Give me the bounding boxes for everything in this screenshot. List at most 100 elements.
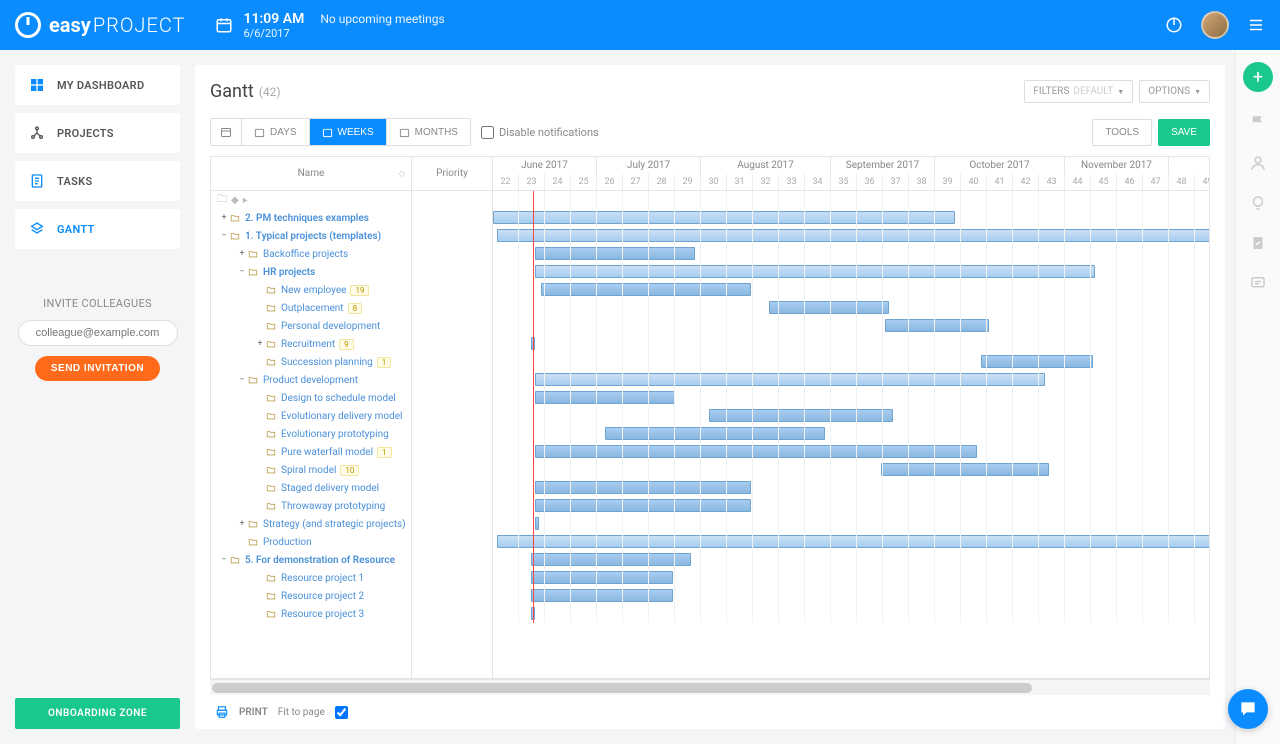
- column-priority-header[interactable]: Priority: [412, 157, 492, 191]
- tree-toggle[interactable]: +: [237, 519, 247, 529]
- folder-icon[interactable]: 🗀: [217, 192, 227, 209]
- tree-toggle[interactable]: −: [219, 231, 229, 241]
- tree-row[interactable]: − 1. Typical projects (templates): [211, 227, 411, 245]
- tree-label[interactable]: Personal development: [281, 321, 380, 332]
- brand-logo[interactable]: easyPROJECT: [15, 12, 185, 38]
- power-icon[interactable]: [1165, 16, 1183, 34]
- tree-row[interactable]: New employee19: [211, 281, 411, 299]
- tree-label[interactable]: Pure waterfall model: [281, 447, 373, 458]
- tools-button[interactable]: TOOLS: [1092, 119, 1152, 146]
- collapse-icon[interactable]: ◆: [231, 195, 239, 206]
- filters-dropdown[interactable]: FILTERS DEFAULT ▼: [1024, 80, 1133, 103]
- tree-row[interactable]: − HR projects: [211, 263, 411, 281]
- tree-label[interactable]: Outplacement: [281, 303, 344, 314]
- dashboard-icon: [29, 77, 45, 93]
- checkbox-input[interactable]: [481, 126, 494, 139]
- tree-label[interactable]: Resource project 3: [281, 609, 364, 620]
- column-name-header[interactable]: Name ◇: [211, 157, 411, 191]
- tree-label[interactable]: Evolutionary delivery model: [281, 411, 402, 422]
- timeline-week: 45: [1091, 174, 1117, 191]
- tree-row[interactable]: Resource project 3: [211, 605, 411, 623]
- tree-label[interactable]: Recruitment: [281, 339, 335, 350]
- print-icon[interactable]: [215, 705, 229, 719]
- hamburger-icon[interactable]: [1247, 16, 1265, 34]
- nav-tasks[interactable]: TASKS: [15, 161, 180, 201]
- user-avatar[interactable]: [1201, 11, 1229, 39]
- tree-row[interactable]: Outplacement8: [211, 299, 411, 317]
- expand-icon[interactable]: ▸: [243, 195, 248, 206]
- tree-row[interactable]: Pure waterfall model1: [211, 443, 411, 461]
- nav-projects[interactable]: PROJECTS: [15, 113, 180, 153]
- tree-row[interactable]: Resource project 1: [211, 569, 411, 587]
- tree-row[interactable]: Production: [211, 533, 411, 551]
- tree-toggle[interactable]: −: [237, 375, 247, 385]
- timeline-week: 33: [779, 174, 805, 191]
- tree-toggle[interactable]: −: [237, 267, 247, 277]
- chat-fab[interactable]: [1228, 689, 1268, 729]
- print-button[interactable]: PRINT: [239, 707, 268, 718]
- tree-row[interactable]: Resource project 2: [211, 587, 411, 605]
- flag-icon[interactable]: [1249, 114, 1267, 132]
- fit-to-page-checkbox[interactable]: [335, 706, 348, 719]
- nav-gantt[interactable]: GANTT: [15, 209, 180, 249]
- tree-label[interactable]: HR projects: [263, 267, 315, 278]
- weeks-button[interactable]: WEEKS: [310, 119, 387, 145]
- tree-label[interactable]: Throwaway prototyping: [281, 501, 385, 512]
- header-calendar[interactable]: 11:09 AM No upcoming meetings 6/6/2017: [215, 11, 444, 40]
- person-icon[interactable]: [1249, 154, 1267, 172]
- tree-row[interactable]: + Backoffice projects: [211, 245, 411, 263]
- sort-icon[interactable]: ◇: [399, 169, 405, 178]
- tree-label[interactable]: Succession planning: [281, 357, 373, 368]
- tree-label[interactable]: Strategy (and strategic projects): [263, 519, 406, 530]
- grid-column: [623, 191, 649, 623]
- tree-row[interactable]: +Recruitment9: [211, 335, 411, 353]
- tree-label[interactable]: 5. For demonstration of Resource: [245, 555, 395, 566]
- days-button[interactable]: DAYS: [242, 119, 310, 145]
- tree-row[interactable]: Staged delivery model: [211, 479, 411, 497]
- tree-row[interactable]: Spiral model10: [211, 461, 411, 479]
- tree-row[interactable]: Evolutionary delivery model: [211, 407, 411, 425]
- tree-label[interactable]: Evolutionary prototyping: [281, 429, 389, 440]
- onboarding-zone-button[interactable]: ONBOARDING ZONE: [15, 698, 180, 729]
- tree-label[interactable]: Resource project 1: [281, 573, 364, 584]
- timeline-month: July 2017: [597, 157, 701, 174]
- tree-toggle[interactable]: +: [219, 213, 229, 223]
- calendar-button[interactable]: [211, 119, 242, 145]
- tree-label[interactable]: Design to schedule model: [281, 393, 396, 404]
- tree-label[interactable]: Staged delivery model: [281, 483, 379, 494]
- add-button[interactable]: +: [1243, 62, 1273, 92]
- disable-notifications-checkbox[interactable]: Disable notifications: [481, 126, 599, 139]
- invite-email-input[interactable]: [18, 320, 178, 346]
- tree-toggle[interactable]: +: [255, 339, 265, 349]
- tree-label[interactable]: Product development: [263, 375, 358, 386]
- options-dropdown[interactable]: OPTIONS ▼: [1139, 80, 1210, 103]
- tree-label[interactable]: 2. PM techniques examples: [245, 213, 369, 224]
- grid-column: [675, 191, 701, 623]
- tree-label[interactable]: Production: [263, 537, 312, 548]
- tree-row[interactable]: Evolutionary prototyping: [211, 425, 411, 443]
- tree-toggle[interactable]: +: [237, 249, 247, 259]
- tree-label[interactable]: 1. Typical projects (templates): [245, 231, 381, 242]
- tree-label[interactable]: Resource project 2: [281, 591, 364, 602]
- scroll-thumb[interactable]: [212, 683, 1032, 693]
- tree-row[interactable]: + Strategy (and strategic projects): [211, 515, 411, 533]
- months-button[interactable]: MONTHS: [387, 119, 470, 145]
- chat-icon[interactable]: [1249, 274, 1267, 292]
- clipboard-check-icon[interactable]: [1249, 234, 1267, 252]
- tree-label[interactable]: New employee: [281, 285, 346, 296]
- tree-label[interactable]: Spiral model: [281, 465, 336, 476]
- tree-row[interactable]: Succession planning1: [211, 353, 411, 371]
- tree-row[interactable]: +2. PM techniques examples: [211, 209, 411, 227]
- tree-row[interactable]: Design to schedule model: [211, 389, 411, 407]
- tree-row[interactable]: Personal development: [211, 317, 411, 335]
- tree-row[interactable]: Throwaway prototyping: [211, 497, 411, 515]
- tree-row[interactable]: − Product development: [211, 371, 411, 389]
- tree-toggle[interactable]: −: [219, 555, 229, 565]
- nav-dashboard[interactable]: MY DASHBOARD: [15, 65, 180, 105]
- save-button[interactable]: SAVE: [1158, 119, 1210, 146]
- send-invitation-button[interactable]: SEND INVITATION: [35, 356, 160, 381]
- tree-label[interactable]: Backoffice projects: [263, 249, 348, 260]
- horizontal-scrollbar[interactable]: [210, 679, 1210, 695]
- bulb-icon[interactable]: [1249, 194, 1267, 212]
- tree-row[interactable]: − 5. For demonstration of Resource: [211, 551, 411, 569]
